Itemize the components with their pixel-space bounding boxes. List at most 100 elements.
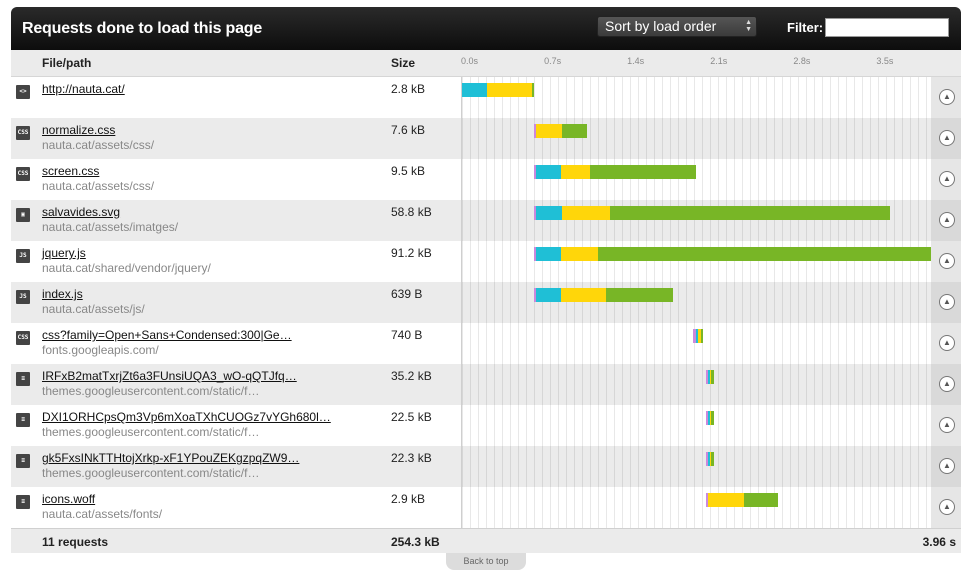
request-list: <> http://nauta.cat/2.8 kB ▲ CSS normalize.c… [11, 77, 961, 528]
file-type-html-icon: <> [16, 85, 30, 99]
column-size: Size [391, 56, 416, 70]
request-file-link[interactable]: css?family=Open+Sans+Condensed:300|Ge… [42, 328, 292, 342]
column-file-path: File/path [42, 56, 92, 70]
request-timeline [461, 118, 931, 159]
request-path: fonts.googleapis.com/ [42, 343, 159, 357]
request-size: 22.3 kB [391, 451, 432, 465]
timeline-tick-label: 0.7s [544, 56, 562, 66]
request-file-link[interactable]: salvavides.svg [42, 205, 120, 219]
request-size: 22.5 kB [391, 410, 432, 424]
request-size: 7.6 kB [391, 123, 426, 137]
table-row[interactable]: ≡ gk5FxsINkTTHtojXrkp-xF1YPouZEKgzpqZW9… t… [11, 446, 961, 487]
chevron-up-icon[interactable]: ▲ [939, 212, 955, 228]
request-path: nauta.cat/assets/js/ [42, 302, 145, 316]
timeline-wait-bar [486, 83, 533, 97]
chevron-up-icon[interactable]: ▲ [939, 417, 955, 433]
file-type-doc-icon: ≡ [16, 495, 30, 509]
request-timeline [461, 446, 931, 487]
request-file-link[interactable]: jquery.js [42, 246, 86, 260]
request-timeline [461, 159, 931, 200]
request-file-link[interactable]: normalize.css [42, 123, 115, 137]
request-file-link[interactable]: index.js [42, 287, 83, 301]
request-file-link[interactable]: screen.css [42, 164, 99, 178]
request-timeline [461, 282, 931, 323]
chevron-up-icon[interactable]: ▲ [939, 89, 955, 105]
timeline-recv-bar [605, 288, 674, 302]
timeline-recv-bar [711, 452, 714, 466]
filter-label: Filter: [787, 20, 824, 35]
request-file-link[interactable]: gk5FxsINkTTHtojXrkp-xF1YPouZEKgzpqZW9… [42, 451, 299, 465]
table-row[interactable]: ≡ IRFxB2matTxrjZt6a3FUnsiUQA3_wO-qQTJfq… t… [11, 364, 961, 405]
table-row[interactable]: CSS normalize.css nauta.cat/assets/css/7.6… [11, 118, 961, 159]
timeline-dns-bar [535, 288, 561, 302]
timeline-wait-bar [560, 288, 606, 302]
timeline-dns-bar [535, 206, 562, 220]
timeline-dns-bar [535, 165, 561, 179]
timeline-recv-bar [610, 206, 891, 220]
chevron-up-icon[interactable]: ▲ [939, 458, 955, 474]
total-size: 254.3 kB [391, 535, 440, 549]
chevron-up-icon[interactable]: ▲ [939, 376, 955, 392]
request-timeline [461, 200, 931, 241]
total-time: 3.96 s [922, 535, 956, 549]
timeline-recv-bar [744, 493, 778, 507]
back-to-top-button[interactable]: Back to top [446, 553, 526, 570]
request-size: 2.9 kB [391, 492, 426, 506]
timeline-recv-bar [700, 329, 703, 343]
file-type-css-icon: CSS [16, 331, 30, 345]
request-size: 58.8 kB [391, 205, 432, 219]
chevron-up-icon[interactable]: ▲ [939, 130, 955, 146]
file-type-js-icon: JS [16, 249, 30, 263]
select-arrows-icon: ▲ ▼ [745, 19, 752, 33]
table-row[interactable]: <> http://nauta.cat/2.8 kB ▲ [11, 77, 961, 118]
chevron-up-icon[interactable]: ▲ [939, 294, 955, 310]
summary-footer: 11 requests 254.3 kB 3.96 s [11, 528, 961, 553]
chevron-up-icon[interactable]: ▲ [939, 499, 955, 515]
timeline-wait-bar [535, 124, 562, 138]
request-timeline [461, 77, 931, 118]
request-file-link[interactable]: icons.woff [42, 492, 95, 506]
timeline-recv-bar [532, 83, 535, 97]
request-size: 2.8 kB [391, 82, 426, 96]
sort-select[interactable]: Sort by load order ▲ ▼ [597, 16, 757, 37]
file-type-doc-icon: ≡ [16, 372, 30, 386]
table-row[interactable]: CSS screen.css nauta.cat/assets/css/9.5 kB… [11, 159, 961, 200]
request-path: nauta.cat/assets/css/ [42, 138, 155, 152]
request-path: themes.googleusercontent.com/static/f… [42, 425, 260, 439]
request-size: 639 B [391, 287, 423, 301]
timeline-tick-label: 3.5s [876, 56, 894, 66]
request-file-link[interactable]: http://nauta.cat/ [42, 82, 125, 96]
table-row[interactable]: JS index.js nauta.cat/assets/js/639 B ▲ [11, 282, 961, 323]
chevron-up-icon[interactable]: ▲ [939, 171, 955, 187]
requests-panel: Requests done to load this page Sort by … [11, 7, 961, 553]
request-path: themes.googleusercontent.com/static/f… [42, 466, 260, 480]
filter-input[interactable] [825, 18, 949, 37]
timeline-wait-bar [560, 165, 591, 179]
timeline-wait-bar [560, 247, 599, 261]
request-count: 11 requests [42, 535, 109, 549]
table-row[interactable]: ≡ DXI1ORHCpsQm3Vp6mXoaTXhCUOGz7vYGh680l… t… [11, 405, 961, 446]
table-row[interactable]: ▣ salvavides.svg nauta.cat/assets/imatges/… [11, 200, 961, 241]
sort-select-label: Sort by load order [605, 18, 717, 34]
timeline-tick-label: 0.0s [461, 56, 479, 66]
table-row[interactable]: CSS css?family=Open+Sans+Condensed:300|Ge… [11, 323, 961, 364]
timeline-recv-bar [711, 370, 714, 384]
file-type-img-icon: ▣ [16, 208, 30, 222]
table-row[interactable]: JS jquery.js nauta.cat/shared/vendor/jquer… [11, 241, 961, 282]
column-header: File/path Size 0.0s 0.7s 1.4s 2.1s 2.8s 3.5s [11, 50, 961, 77]
timeline-dns-bar [462, 83, 487, 97]
chevron-up-icon[interactable]: ▲ [939, 253, 955, 269]
file-type-doc-icon: ≡ [16, 413, 30, 427]
timeline-tick-label: 2.1s [710, 56, 728, 66]
request-file-link[interactable]: IRFxB2matTxrjZt6a3FUnsiUQA3_wO-qQTJfq… [42, 369, 297, 383]
timeline-recv-bar [598, 247, 932, 261]
request-file-link[interactable]: DXI1ORHCpsQm3Vp6mXoaTXhCUOGz7vYGh680l… [42, 410, 331, 424]
chevron-up-icon[interactable]: ▲ [939, 335, 955, 351]
table-row[interactable]: ≡ icons.woff nauta.cat/assets/fonts/2.9 kB… [11, 487, 961, 528]
request-timeline [461, 487, 931, 528]
file-type-css-icon: CSS [16, 126, 30, 140]
timeline-wait-bar [707, 493, 745, 507]
request-timeline [461, 364, 931, 405]
request-timeline [461, 405, 931, 446]
request-path: nauta.cat/assets/imatges/ [42, 220, 179, 234]
